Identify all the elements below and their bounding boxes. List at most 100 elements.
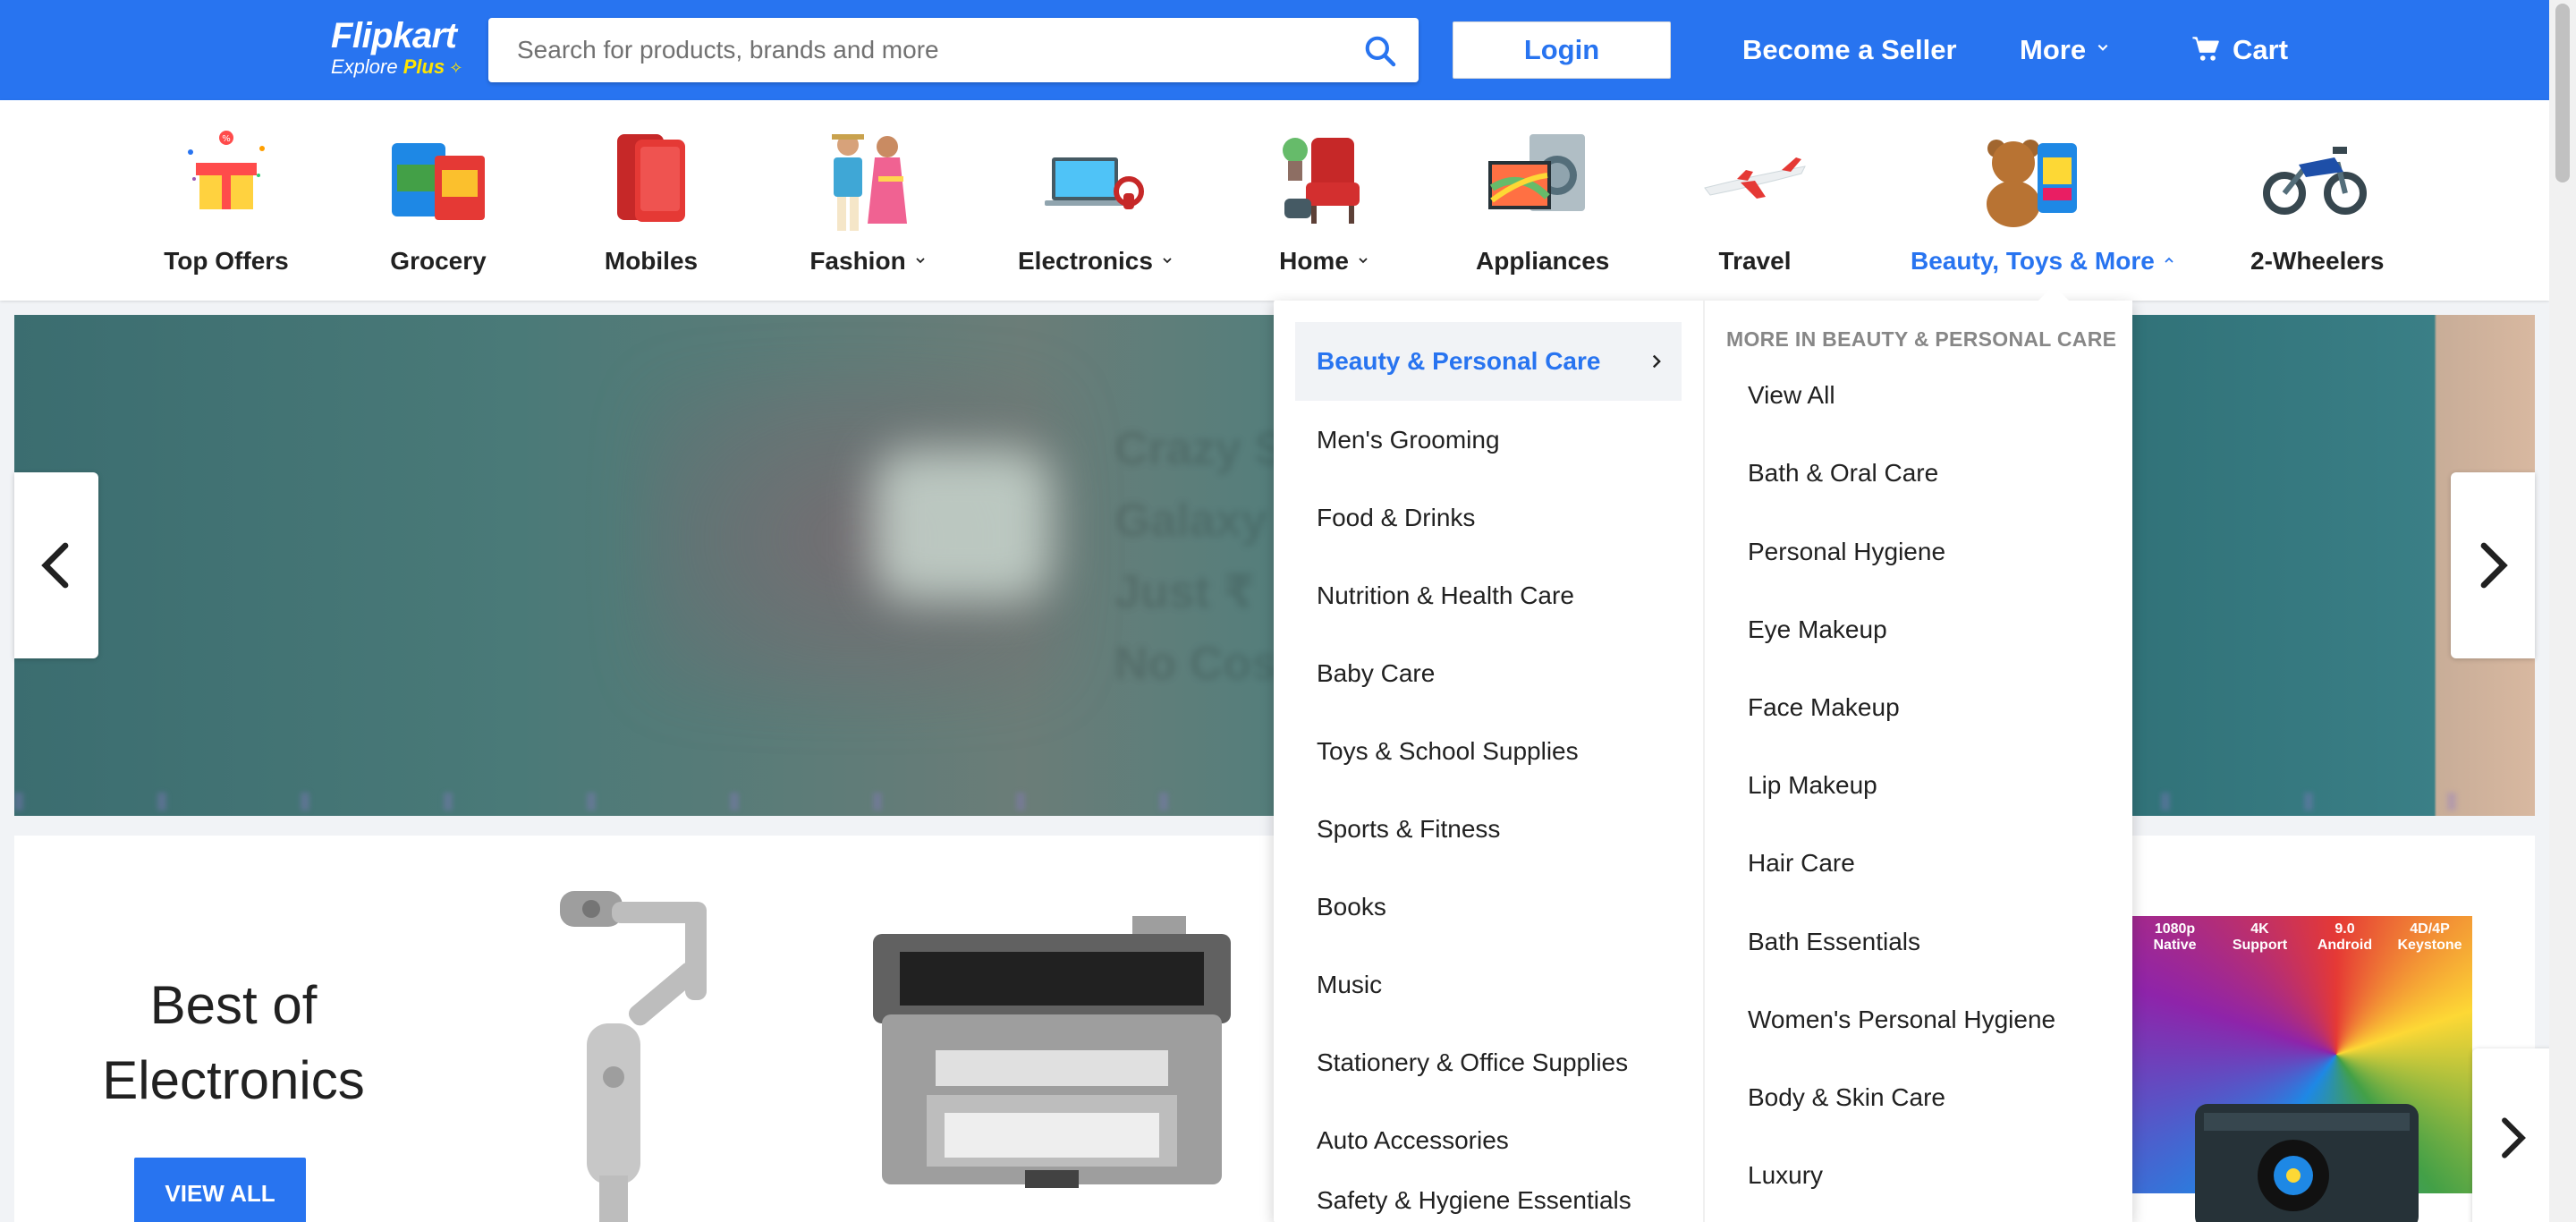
category-label-text: Home (1279, 247, 1349, 275)
dropdown-item[interactable]: Baby Care (1295, 634, 1682, 713)
category-grocery[interactable]: Grocery (385, 125, 492, 295)
category-fashion[interactable]: Fashion (805, 125, 930, 295)
banner-prev-button[interactable] (14, 472, 98, 658)
category-home[interactable]: Home (1268, 125, 1379, 295)
dropdown-subitem[interactable]: Personal Hygiene (1748, 534, 1945, 570)
dropdown-item[interactable]: Nutrition & Health Care (1295, 556, 1682, 635)
product-gimbal[interactable] (524, 880, 757, 1222)
projector-device (2195, 1104, 2419, 1222)
category-label: Appliances (1476, 247, 1610, 275)
chevron-right-icon (1652, 354, 1661, 369)
login-button[interactable]: Login (1453, 21, 1671, 79)
product-projector[interactable]: 1080p Native 4K Support 9.0 Android 4D/4… (2132, 916, 2490, 1222)
dropdown-subitem[interactable]: Bath Essentials (1748, 924, 1920, 960)
dropdown-subitem[interactable]: Luxury (1748, 1158, 1823, 1193)
dropdown-primary-list: Beauty & Personal Care Men's Grooming Fo… (1274, 301, 1703, 1222)
scrollbar-thumb[interactable] (2555, 4, 2570, 182)
chevron-down-icon (1163, 258, 1172, 264)
dropdown-item-beauty-personal-care[interactable]: Beauty & Personal Care (1295, 322, 1682, 401)
view-all-button[interactable]: VIEW ALL (134, 1158, 306, 1222)
dropdown-subitem[interactable]: Bath & Oral Care (1748, 455, 1938, 491)
projector-badge: 9.0 Android (2317, 921, 2373, 953)
dropdown-item[interactable]: Sports & Fitness (1295, 790, 1682, 869)
category-beauty-toys-more[interactable]: Beauty, Toys & More (1911, 125, 2174, 295)
become-seller-link[interactable]: Become a Seller (1742, 30, 1957, 70)
become-seller-label: Become a Seller (1742, 34, 1957, 65)
chevron-right-icon (2480, 542, 2508, 589)
projector-badge: 4K Support (2232, 921, 2288, 953)
dropdown-item[interactable]: Men's Grooming (1295, 401, 1682, 479)
motorbike-icon (2261, 125, 2368, 233)
category-label: Fashion (805, 245, 930, 277)
category-label: Home (1268, 245, 1379, 277)
category-mobiles[interactable]: Mobiles (597, 125, 705, 295)
airplane-icon (1701, 125, 1809, 233)
category-appliances[interactable]: Appliances (1476, 125, 1610, 295)
category-2-wheelers[interactable]: 2-Wheelers (2250, 125, 2385, 295)
grocery-pack-icon (385, 125, 492, 233)
cart-label: Cart (2233, 34, 2289, 65)
cart-icon (2192, 37, 2219, 61)
category-label: Grocery (390, 247, 487, 275)
category-top-offers[interactable]: % Top Offers (161, 125, 292, 295)
dropdown-subitem[interactable]: Face Makeup (1748, 690, 1900, 726)
gift-box-icon: % (173, 125, 280, 233)
category-label: Mobiles (604, 247, 699, 275)
printer-image (873, 916, 1231, 1188)
category-label-text: Electronics (1018, 247, 1153, 275)
projector-badges: 1080p Native 4K Support 9.0 Android 4D/4… (2132, 921, 2472, 963)
dropdown-subitem[interactable]: View All (1748, 378, 1835, 413)
logo-tagline-plus: Plus (402, 55, 445, 78)
flipkart-logo[interactable]: Flipkart Explore Plus ✧ (331, 16, 474, 81)
chevron-left-icon (41, 542, 69, 589)
dropdown-item[interactable]: Safety & Hygiene Essentials (1295, 1179, 1682, 1222)
dropdown-item[interactable]: Stationery & Office Supplies (1295, 1023, 1682, 1102)
teddy-bear-icon (1979, 125, 2086, 233)
dropdown-secondary-list: MORE IN BEAUTY & PERSONAL CARE View All … (1703, 301, 2132, 1222)
search-icon[interactable] (1363, 34, 1397, 68)
chevron-down-icon (1359, 258, 1368, 264)
dropdown-item[interactable]: Auto Accessories (1295, 1101, 1682, 1180)
category-label-text: Fashion (809, 247, 906, 275)
chevron-up-icon (2165, 257, 2174, 263)
logo-tagline: Explore Plus ✧ (331, 55, 474, 80)
dropdown-item[interactable]: Books (1295, 868, 1682, 946)
category-label: 2-Wheelers (2250, 247, 2385, 275)
armchair-icon (1270, 125, 1377, 233)
category-label: Top Offers (164, 247, 289, 275)
projector-badge: 4D/4P Keystone (2397, 921, 2462, 953)
dropdown-subitem[interactable]: Eye Makeup (1748, 612, 1887, 648)
chevron-down-icon (916, 258, 925, 264)
search-input[interactable] (517, 18, 1358, 82)
more-menu[interactable]: More (2020, 30, 2109, 70)
category-electronics[interactable]: Electronics (1018, 125, 1172, 295)
dropdown-subitem[interactable]: Hair Care (1748, 845, 1855, 881)
chevron-down-icon (2097, 44, 2108, 51)
product-printer[interactable] (864, 916, 1240, 1202)
fashion-couple-icon (814, 125, 921, 233)
section-title: Best of Electronics (59, 968, 408, 1118)
logo-tagline-explore: Explore (331, 55, 403, 78)
page-scrollbar[interactable] (2549, 0, 2576, 1222)
best-of-next-button[interactable] (2472, 1048, 2553, 1222)
dropdown-item-label: Beauty & Personal Care (1317, 347, 1601, 375)
banner-next-button[interactable] (2451, 472, 2535, 658)
category-label-text: Beauty, Toys & More (1911, 247, 2155, 275)
svg-text:%: % (222, 134, 231, 144)
top-header: Flipkart Explore Plus ✧ Login Become a S… (0, 0, 2576, 100)
category-travel[interactable]: Travel (1699, 125, 1810, 295)
dropdown-item[interactable]: Food & Drinks (1295, 479, 1682, 557)
dropdown-subitem[interactable]: Body & Skin Care (1748, 1080, 1945, 1116)
projector-badge: 1080p Native (2153, 921, 2197, 953)
section-title-line: Best of (149, 975, 318, 1035)
dropdown-subitem[interactable]: Women's Personal Hygiene (1748, 1002, 2055, 1038)
plus-star-icon: ✧ (445, 59, 463, 77)
category-dropdown-menu: Beauty & Personal Care Men's Grooming Fo… (1274, 285, 2132, 1222)
dropdown-item[interactable]: Music (1295, 946, 1682, 1024)
dropdown-item[interactable]: Toys & School Supplies (1295, 712, 1682, 791)
cart-link[interactable]: Cart (2191, 30, 2288, 70)
tv-washer-icon (1485, 125, 1592, 233)
banner-blur-phone (873, 449, 1052, 601)
dropdown-subitem[interactable]: Lip Makeup (1748, 768, 1877, 803)
logo-brand-text: Flipkart (331, 16, 457, 55)
